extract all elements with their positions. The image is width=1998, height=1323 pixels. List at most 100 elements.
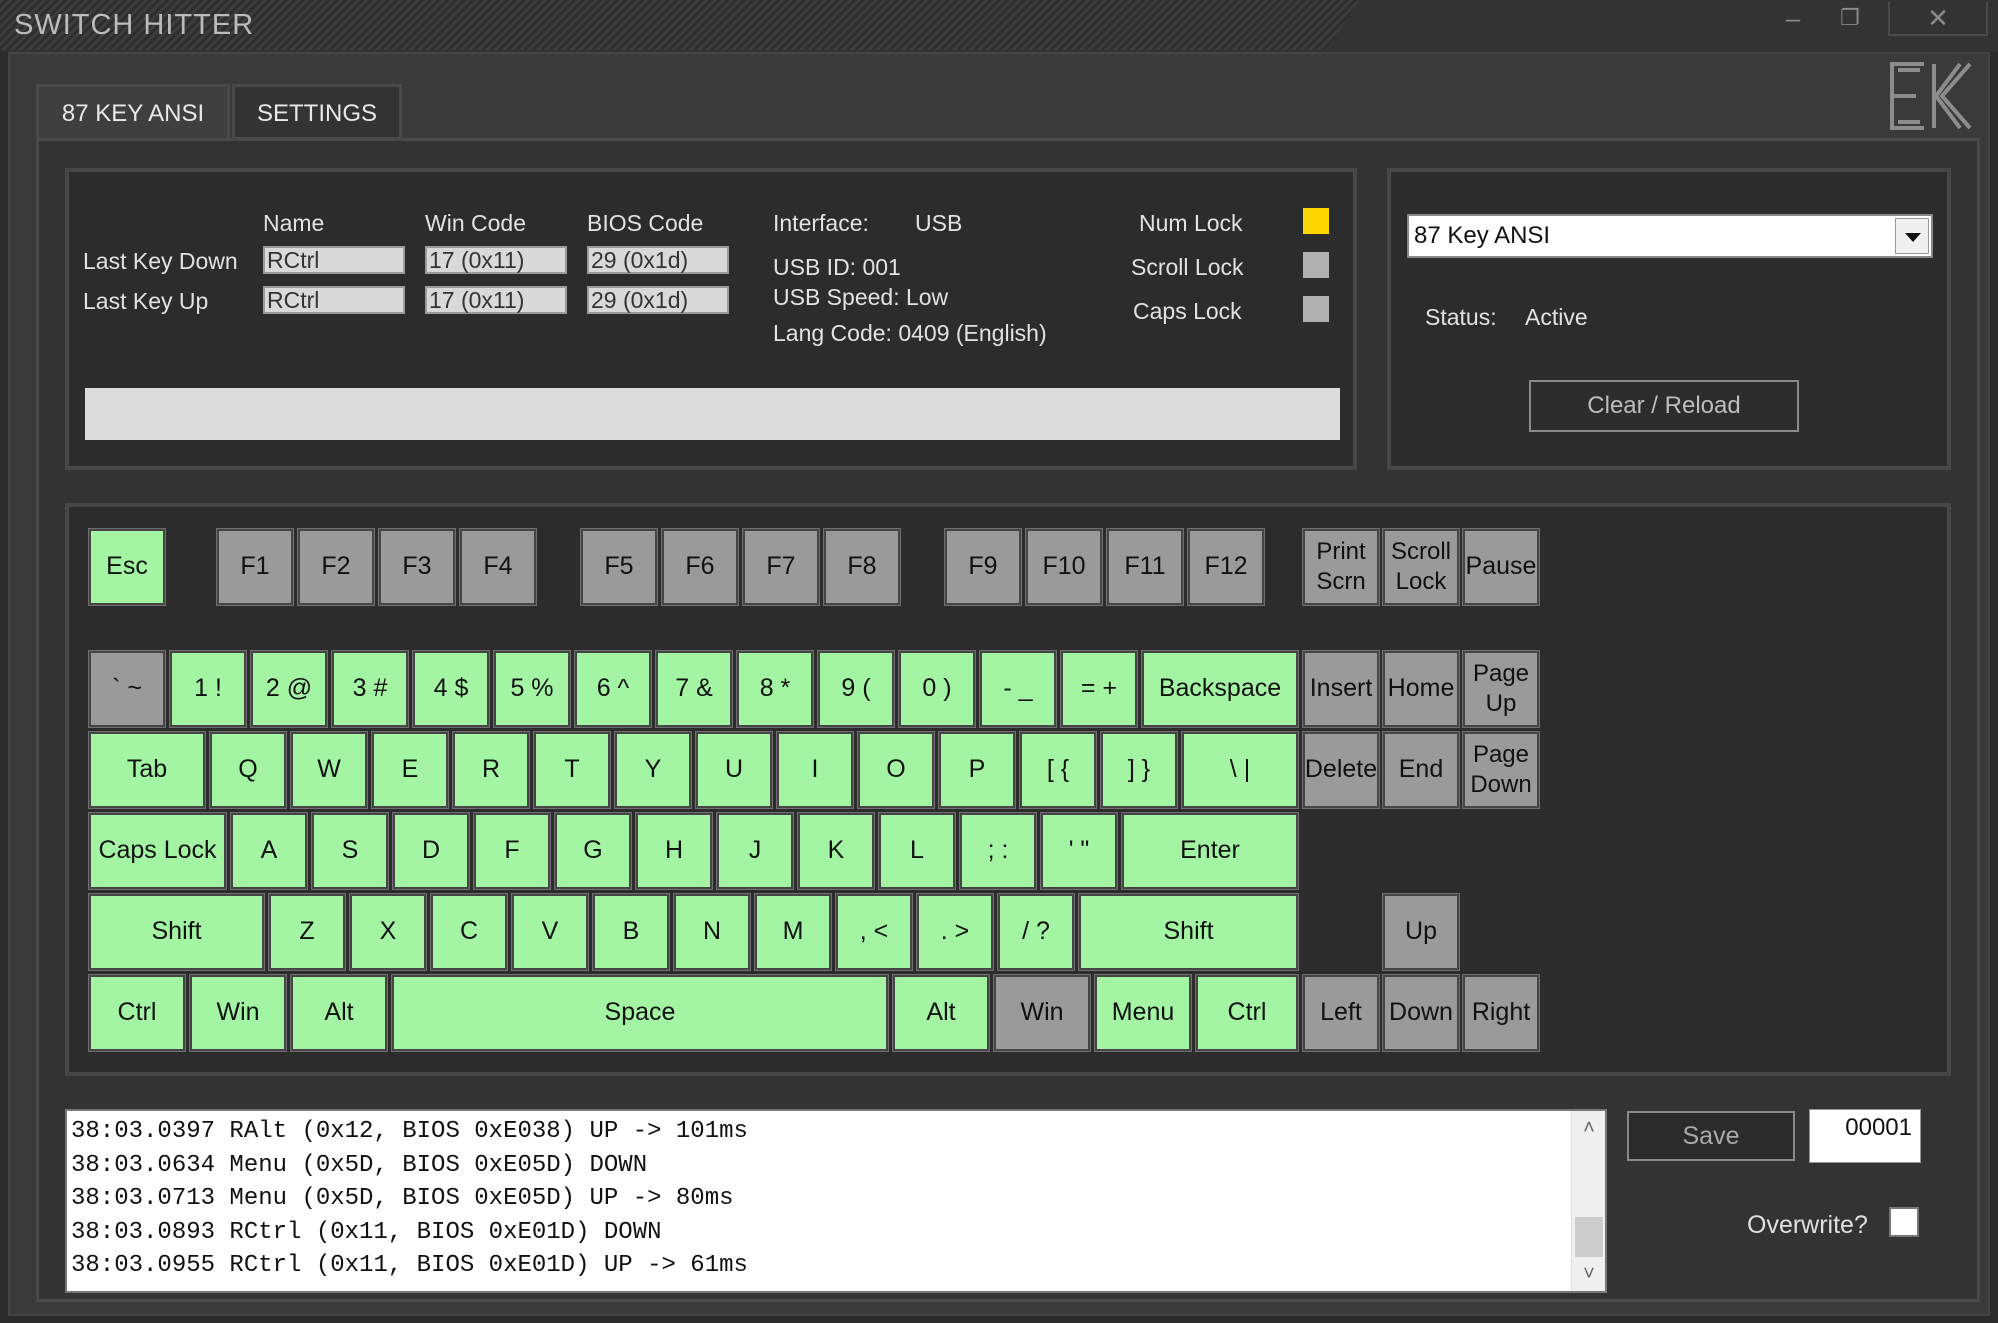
scroll-lock-indicator xyxy=(1303,252,1329,278)
header-name: Name xyxy=(263,210,325,236)
key-j: J xyxy=(716,812,794,890)
tab-settings[interactable]: SETTINGS xyxy=(232,84,402,140)
key-z: Z xyxy=(268,893,346,971)
profile-dropdown-value: 87 Key ANSI xyxy=(1414,222,1551,249)
key-k: K xyxy=(797,812,875,890)
key-: ; : xyxy=(959,812,1037,890)
key-f10: F10 xyxy=(1025,528,1103,606)
key-w: W xyxy=(290,731,368,809)
last-key-down-win-code: 17 (0x11) xyxy=(425,246,567,274)
key-4: 4 $ xyxy=(412,650,490,728)
minimize-button[interactable]: – xyxy=(1773,2,1813,36)
key-1: 1 ! xyxy=(169,650,247,728)
log-textarea[interactable]: 38:03.0397 RAlt (0x12, BIOS 0xE038) UP -… xyxy=(65,1109,1607,1293)
key-end: End xyxy=(1382,731,1460,809)
key-enter: Enter xyxy=(1121,812,1299,890)
log-line: 38:03.0713 Menu (0x5D, BIOS 0xE05D) UP -… xyxy=(71,1185,734,1212)
key-caps-lock: Caps Lock xyxy=(88,812,227,890)
last-key-down-label: Last Key Down xyxy=(83,248,238,274)
log-line: 38:03.0634 Menu (0x5D, BIOS 0xE05D) DOWN xyxy=(71,1151,648,1179)
key-d: D xyxy=(392,812,470,890)
key-ctrl: Ctrl xyxy=(1195,974,1299,1052)
key-h: H xyxy=(635,812,713,890)
status-value: Active xyxy=(1525,304,1588,330)
last-key-down-bios-code: 29 (0x1d) xyxy=(587,246,729,274)
tab-87-key-ansi[interactable]: 87 KEY ANSI xyxy=(36,84,230,140)
key-tab: Tab xyxy=(88,731,206,809)
log-text: 38:03.0397 RAlt (0x12, BIOS 0xE038) UP -… xyxy=(71,1115,748,1283)
key-insert: Insert xyxy=(1302,650,1380,728)
key-win: Win xyxy=(993,974,1091,1052)
chevron-down-icon[interactable]: ˅ xyxy=(1572,1259,1606,1289)
key-c: C xyxy=(430,893,508,971)
key-up: Up xyxy=(1382,893,1460,971)
caps-lock-label: Caps Lock xyxy=(1133,298,1242,324)
key-right: Right xyxy=(1462,974,1540,1052)
log-line: 38:03.0397 RAlt (0x12, BIOS 0xE038) UP -… xyxy=(71,1118,748,1145)
save-button[interactable]: Save xyxy=(1627,1111,1795,1161)
log-line: 38:03.0893 RCtrl (0x11, BIOS 0xE01D) DOW… xyxy=(71,1218,662,1246)
key-space: Space xyxy=(391,974,889,1052)
key-n: N xyxy=(673,893,751,971)
overwrite-label: Overwrite? xyxy=(1747,1211,1868,1239)
key-: = + xyxy=(1060,650,1138,728)
key-q: Q xyxy=(209,731,287,809)
tab-panel: Name Win Code BIOS Code Last Key Down RC… xyxy=(36,138,1980,1302)
maximize-button[interactable]: ❐ xyxy=(1830,2,1870,36)
key-o: O xyxy=(857,731,935,809)
key-f11: F11 xyxy=(1106,528,1184,606)
scroll-lock-label: Scroll Lock xyxy=(1131,254,1244,280)
key-y: Y xyxy=(614,731,692,809)
overwrite-checkbox[interactable] xyxy=(1889,1207,1919,1237)
key-x: X xyxy=(349,893,427,971)
key-b: B xyxy=(592,893,670,971)
usb-id: USB ID: 001 xyxy=(773,254,901,280)
last-key-up-label: Last Key Up xyxy=(83,288,209,314)
key-left: Left xyxy=(1302,974,1380,1052)
key-down: Down xyxy=(1382,974,1460,1052)
key-m: M xyxy=(754,893,832,971)
key-7: 7 & xyxy=(655,650,733,728)
usb-speed: USB Speed: Low xyxy=(773,284,949,310)
key-5: 5 % xyxy=(493,650,571,728)
caps-lock-indicator xyxy=(1303,296,1329,322)
num-lock-label: Num Lock xyxy=(1139,210,1243,236)
key-win: Win xyxy=(189,974,287,1052)
log-counter-field[interactable]: 00001 xyxy=(1809,1109,1921,1163)
key-i: I xyxy=(776,731,854,809)
key-backspace: Backspace xyxy=(1141,650,1299,728)
key-menu: Menu xyxy=(1094,974,1192,1052)
key-: ` ~ xyxy=(88,650,166,728)
profile-dropdown[interactable]: 87 Key ANSI xyxy=(1407,214,1933,258)
key-: ] } xyxy=(1100,731,1178,809)
key-print-scrn: Print Scrn xyxy=(1302,528,1380,606)
chevron-up-icon[interactable]: ˄ xyxy=(1572,1113,1606,1143)
num-lock-indicator xyxy=(1303,208,1329,234)
key-delete: Delete xyxy=(1302,731,1380,809)
key-pause: Pause xyxy=(1462,528,1540,606)
app-title: SWITCH HITTER xyxy=(14,9,255,41)
header-win-code: Win Code xyxy=(425,210,526,236)
key-8: 8 * xyxy=(736,650,814,728)
close-button[interactable]: ✕ xyxy=(1888,2,1988,36)
key-: . > xyxy=(916,893,994,971)
scroll-thumb[interactable] xyxy=(1575,1217,1603,1257)
key-esc: Esc xyxy=(88,528,166,606)
chevron-down-icon[interactable] xyxy=(1895,218,1929,254)
log-line: 38:03.0955 RCtrl (0x11, BIOS 0xE01D) UP … xyxy=(71,1252,748,1279)
clear-reload-button[interactable]: Clear / Reload xyxy=(1529,380,1799,432)
key-v: V xyxy=(511,893,589,971)
key-f2: F2 xyxy=(297,528,375,606)
key-: , < xyxy=(835,893,913,971)
key-9: 9 ( xyxy=(817,650,895,728)
log-scrollbar[interactable]: ˄ ˅ xyxy=(1571,1111,1605,1291)
key-f: F xyxy=(473,812,551,890)
key-f3: F3 xyxy=(378,528,456,606)
key-: [ { xyxy=(1019,731,1097,809)
key-alt: Alt xyxy=(892,974,990,1052)
key-u: U xyxy=(695,731,773,809)
key-: \ | xyxy=(1181,731,1299,809)
key-ctrl: Ctrl xyxy=(88,974,186,1052)
ek-logo: EK xyxy=(1890,62,1972,130)
key-f8: F8 xyxy=(823,528,901,606)
